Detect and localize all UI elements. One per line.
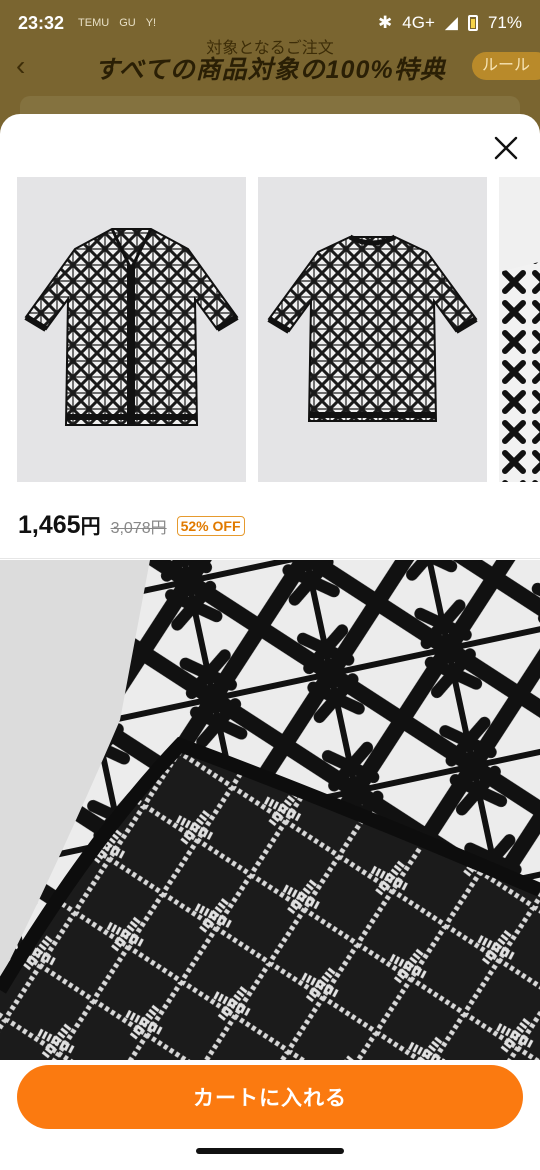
promo-title: すべての商品対象の100%特典 <box>94 56 446 84</box>
battery-icon <box>467 15 478 31</box>
shirt-back-image <box>267 234 478 422</box>
status-time: 23:32 <box>18 12 65 33</box>
divider <box>0 558 540 559</box>
product-image-front[interactable] <box>17 177 246 482</box>
close-button[interactable] <box>492 134 520 162</box>
status-app-icons: TEMU GU Y! <box>78 17 156 29</box>
network-label: 4G+ <box>402 13 435 32</box>
product-detail-image[interactable] <box>0 560 540 1060</box>
product-sheet: 1,465円 3,078円 52% OFF カートに入れる <box>0 114 540 1170</box>
bottom-bar: カートに入れる <box>0 1060 540 1170</box>
home-indicator[interactable] <box>196 1148 344 1154</box>
original-price: 3,078円 <box>110 520 167 537</box>
discount-badge: 52% OFF <box>176 516 245 536</box>
shirt-front-image <box>24 228 239 426</box>
temu-app-icon: TEMU <box>78 17 110 29</box>
promo-header: ‹ 対象となるご注文 すべての商品対象の100%特典 ルール <box>0 34 540 104</box>
price-row: 1,465円 3,078円 52% OFF <box>18 510 245 540</box>
add-to-cart-button[interactable]: カートに入れる <box>17 1065 523 1129</box>
close-icon <box>494 136 518 160</box>
rule-button[interactable]: ルール <box>472 52 540 80</box>
fabric-detail-photo <box>0 560 540 1060</box>
gu-app-icon: GU <box>119 17 136 29</box>
fabric-closeup-image <box>499 261 540 482</box>
signal-icon: ◢ <box>444 13 458 32</box>
product-image-back[interactable] <box>258 177 487 482</box>
bluetooth-icon: ✱ <box>378 13 393 32</box>
current-price: 1,465 <box>18 511 81 539</box>
currency-label: 円 <box>80 516 101 538</box>
product-image-closeup[interactable] <box>499 177 540 482</box>
battery-label: 71% <box>487 13 522 32</box>
product-image-carousel[interactable] <box>17 177 540 482</box>
yahoo-app-icon: Y! <box>145 17 157 29</box>
status-right: ✱ 4G+ ◢ 71% <box>378 13 522 33</box>
